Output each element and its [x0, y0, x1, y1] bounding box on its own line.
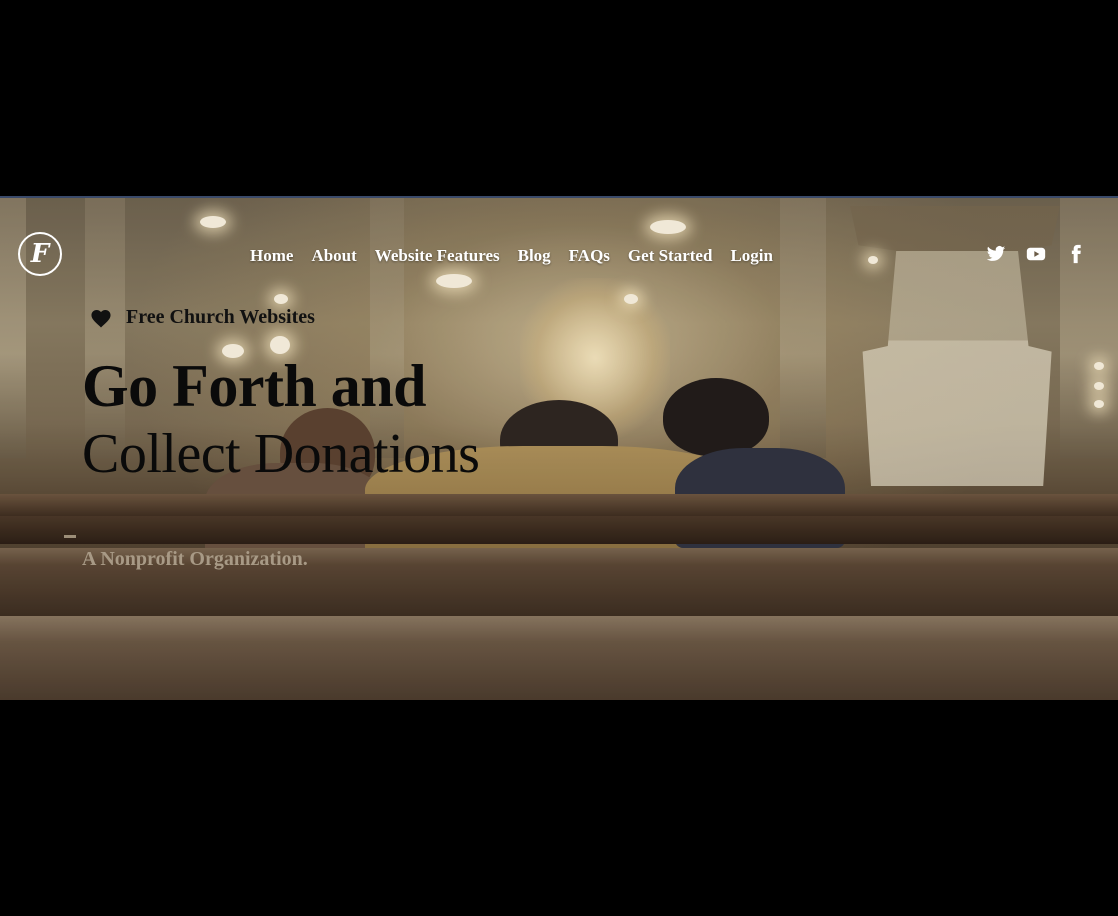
twitter-icon[interactable] — [986, 244, 1006, 264]
site-logo[interactable]: F — [18, 232, 62, 276]
hero-subtitle: A Nonprofit Organization. — [82, 548, 308, 570]
nav-home[interactable]: Home — [250, 246, 293, 266]
heart-icon — [90, 308, 112, 328]
facebook-icon[interactable] — [1066, 244, 1086, 264]
nav-get-started[interactable]: Get Started — [628, 246, 713, 266]
logo-letter: F — [30, 239, 50, 269]
hero-headline-regular: Collect Donations — [82, 423, 480, 485]
hero-headline-bold: Go Forth and — [82, 353, 427, 419]
decorative-dash — [64, 535, 76, 538]
nav-faqs[interactable]: FAQs — [569, 246, 610, 266]
nav-blog[interactable]: Blog — [518, 246, 551, 266]
letterbox-top — [0, 0, 1118, 196]
nav-about[interactable]: About — [311, 246, 356, 266]
letterbox-bottom — [0, 700, 1118, 916]
social-links — [986, 244, 1086, 264]
main-nav: Home About Website Features Blog FAQs Ge… — [250, 246, 773, 266]
tagline-text: Free Church Websites — [126, 306, 315, 328]
nav-website-features[interactable]: Website Features — [375, 246, 500, 266]
nav-login[interactable]: Login — [730, 246, 773, 266]
hero-tagline: Free Church Websites — [90, 306, 315, 329]
hero-section: F Home About Website Features Blog FAQs … — [0, 196, 1118, 700]
youtube-icon[interactable] — [1026, 244, 1046, 264]
